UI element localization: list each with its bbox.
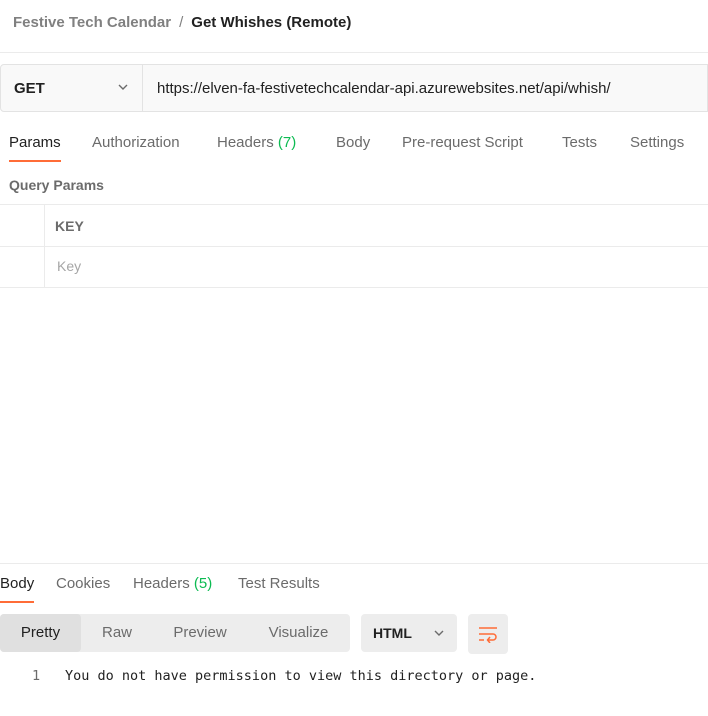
response-divider xyxy=(0,563,708,564)
table-row-border xyxy=(0,246,708,247)
breadcrumb: Festive Tech Calendar / Get Whishes (Rem… xyxy=(13,14,351,31)
query-params-title: Query Params xyxy=(9,177,104,193)
method-select[interactable]: GET xyxy=(0,64,143,112)
tab-label: Tests xyxy=(562,134,598,151)
tab-label: Headers xyxy=(133,575,190,592)
view-mode-visualize[interactable]: Visualize xyxy=(247,614,350,652)
chevron-down-icon xyxy=(118,84,128,90)
line-number: 1 xyxy=(32,668,41,684)
view-mode-preview[interactable]: Preview xyxy=(153,614,247,652)
url-text: https://elven-fa-festivetechcalendar-api… xyxy=(157,79,611,97)
table-top-border xyxy=(0,204,708,205)
response-body-line: 1 You do not have permission to view thi… xyxy=(0,668,536,716)
view-mode-pretty[interactable]: Pretty xyxy=(0,614,81,652)
tab-label: Body xyxy=(0,575,35,592)
chevron-down-icon xyxy=(434,630,444,636)
tab-label: Cookies xyxy=(56,575,111,592)
tab-label: Body xyxy=(336,134,371,151)
tab-label: Authorization xyxy=(92,134,180,151)
breadcrumb-collection-link[interactable]: Festive Tech Calendar xyxy=(13,14,171,31)
tab-tests[interactable]: Tests xyxy=(562,134,597,164)
param-key-input[interactable]: Key xyxy=(57,258,81,274)
tab-pre-request-script[interactable]: Pre-request Script xyxy=(402,134,523,164)
tab-label: Settings xyxy=(630,134,685,151)
response-tabs: Body Cookies Headers (5) Test Results xyxy=(0,575,708,605)
tab-label: Test Results xyxy=(238,575,320,592)
request-tabs: Params Authorization Headers (7) Body Pr… xyxy=(0,134,708,164)
header-divider xyxy=(0,52,708,53)
view-mode-raw[interactable]: Raw xyxy=(81,614,153,652)
tab-settings[interactable]: Settings xyxy=(630,134,684,164)
response-tab-body[interactable]: Body xyxy=(0,575,35,605)
request-title[interactable]: Get Whishes (Remote) xyxy=(191,14,351,31)
wrap-lines-icon xyxy=(479,627,497,643)
tab-label: Params xyxy=(9,134,61,151)
view-mode-toggle: Pretty Raw Preview Visualize xyxy=(0,614,350,652)
response-tab-test-results[interactable]: Test Results xyxy=(238,575,320,605)
breadcrumb-separator: / xyxy=(179,14,184,31)
tab-label: Pre-request Script xyxy=(402,134,523,151)
url-input[interactable]: https://elven-fa-festivetechcalendar-api… xyxy=(143,64,708,112)
table-bottom-border xyxy=(0,287,708,288)
method-label: GET xyxy=(14,79,45,97)
format-label: HTML xyxy=(373,625,412,641)
wrap-lines-button[interactable] xyxy=(468,614,508,654)
response-tab-cookies[interactable]: Cookies xyxy=(56,575,110,605)
tab-headers[interactable]: Headers (7) xyxy=(217,134,296,164)
response-body-text: You do not have permission to view this … xyxy=(65,668,537,684)
headers-count-badge: (7) xyxy=(277,134,297,151)
key-column-header: KEY xyxy=(55,218,84,234)
tab-authorization[interactable]: Authorization xyxy=(92,134,180,164)
tab-params[interactable]: Params xyxy=(9,134,61,164)
tab-label: Headers xyxy=(217,134,274,151)
tab-body[interactable]: Body xyxy=(336,134,370,164)
format-select[interactable]: HTML xyxy=(361,614,457,652)
response-tab-headers[interactable]: Headers (5) xyxy=(133,575,212,605)
headers-count-badge: (5) xyxy=(193,575,213,592)
